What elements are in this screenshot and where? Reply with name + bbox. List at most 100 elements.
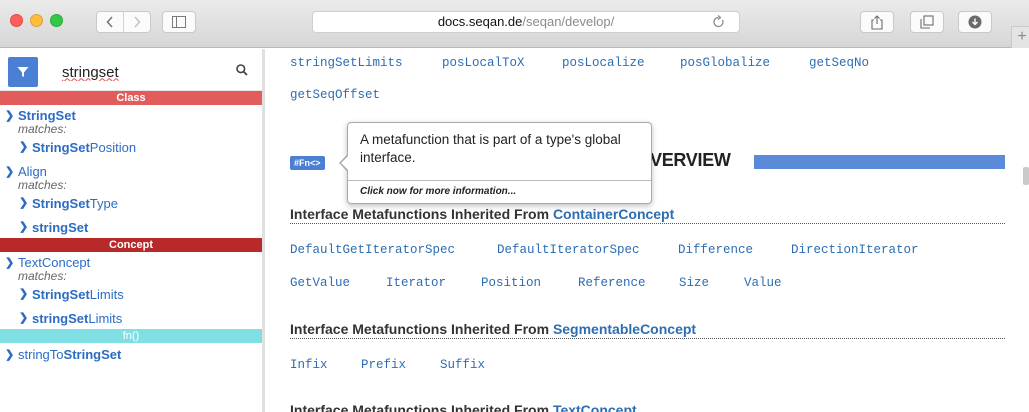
link-prefix[interactable]: Prefix (361, 358, 406, 372)
result-match-rest: Type (89, 196, 118, 211)
link-segmentableconcept[interactable]: SegmentableConcept (553, 321, 696, 337)
result-match-bold: stringSet (32, 220, 89, 235)
link-infix[interactable]: Infix (290, 358, 328, 372)
filter-button[interactable] (8, 57, 38, 87)
link-defaultgetiteratorspec[interactable]: DefaultGetIteratorSpec (290, 243, 455, 257)
forward-button[interactable] (123, 12, 150, 32)
overview-heading-bar (754, 155, 1005, 169)
chevron-right-icon: ❯ (5, 166, 15, 178)
section-divider (290, 338, 1005, 339)
result-stringsetlimits-fn[interactable]: ❯ stringSetLimits (0, 311, 262, 326)
show-tabs-button[interactable] (910, 11, 944, 33)
url-host: docs.seqan.de (437, 14, 523, 29)
result-match-rest: Limits (89, 287, 124, 302)
category-class-header: Class (0, 91, 262, 105)
matches-label: matches: (18, 122, 67, 136)
link-size[interactable]: Size (679, 276, 709, 290)
result-name: Align (18, 164, 47, 179)
section-prefix: Interface Metafunctions Inherited From (290, 402, 553, 412)
new-tab-button[interactable]: + (1011, 26, 1029, 48)
section-divider (290, 223, 1005, 224)
chevron-right-icon (134, 16, 141, 28)
result-match-bold: StringSet (32, 140, 90, 155)
link-stringsetlimits[interactable]: stringSetLimits (290, 56, 403, 70)
link-suffix[interactable]: Suffix (440, 358, 485, 372)
tooltip-more-link[interactable]: Click now for more information... (360, 186, 516, 197)
result-name: StringSet (18, 108, 76, 123)
chevron-right-icon: ❯ (19, 197, 29, 209)
result-stringtostringset[interactable]: ❯ stringToStringSet (0, 347, 262, 362)
link-poslocalize[interactable]: posLocalize (562, 56, 645, 70)
matches-label: matches: (18, 178, 67, 192)
tooltip-divider (348, 180, 651, 181)
address-bar[interactable]: docs.seqan.de/seqan/develop/ (312, 11, 740, 33)
result-name: TextConcept (18, 255, 91, 270)
link-reference[interactable]: Reference (578, 276, 646, 290)
link-iterator[interactable]: Iterator (386, 276, 446, 290)
reload-icon[interactable] (712, 15, 725, 29)
link-posglobalize[interactable]: posGlobalize (680, 56, 770, 70)
link-position[interactable]: Position (481, 276, 541, 290)
scrollbar-thumb[interactable] (1023, 167, 1029, 185)
back-button[interactable] (97, 12, 123, 32)
share-icon (871, 14, 883, 30)
link-poslocaltox[interactable]: posLocalToX (442, 56, 525, 70)
result-match-rest: Position (89, 140, 137, 155)
result-textconcept[interactable]: ❯ TextConcept matches: (0, 255, 262, 283)
url-path: /seqan/develop/ (522, 14, 615, 29)
category-concept-header: Concept (0, 238, 262, 252)
metafunction-badge[interactable]: #Fn<> (290, 156, 325, 170)
download-icon (968, 15, 982, 29)
close-window-button[interactable] (10, 14, 23, 27)
browser-toolbar: docs.seqan.de/seqan/develop/ + (0, 0, 1029, 48)
link-containerconcept[interactable]: ContainerConcept (553, 206, 674, 222)
matches-label: matches: (18, 269, 67, 283)
result-stringsetlimits-type[interactable]: ❯ StringSetLimits (0, 287, 262, 302)
link-getseqoffset[interactable]: getSeqOffset (290, 88, 380, 102)
link-getvalue[interactable]: GetValue (290, 276, 350, 290)
section-prefix: Interface Metafunctions Inherited From (290, 321, 553, 337)
tooltip-text: A metafunction that is part of a type's … (360, 132, 621, 165)
result-match-bold: StringSet (32, 287, 90, 302)
result-stringsetposition[interactable]: ❯ StringSetPosition (0, 140, 262, 155)
chevron-right-icon: ❯ (5, 349, 15, 361)
link-textconcept[interactable]: TextConcept (553, 402, 637, 412)
navigation-buttons (96, 11, 151, 33)
result-match-rest: Limits (88, 311, 123, 326)
section-prefix: Interface Metafunctions Inherited From (290, 206, 553, 222)
filter-icon (17, 67, 29, 77)
result-match-bold: StringSet (32, 196, 90, 211)
minimize-window-button[interactable] (30, 14, 43, 27)
share-button[interactable] (860, 11, 894, 33)
link-defaultiteratorspec[interactable]: DefaultIteratorSpec (497, 243, 640, 257)
result-match-bold: stringSet (32, 311, 89, 326)
search-sidebar: Class ❯ StringSet matches: ❯ StringSetPo… (0, 49, 265, 412)
link-directioniterator[interactable]: DirectionIterator (791, 243, 919, 257)
result-stringsettype[interactable]: ❯ StringSetType (0, 196, 262, 211)
overview-heading: VERVIEW (650, 150, 731, 170)
link-difference[interactable]: Difference (678, 243, 753, 257)
result-name-prefix: stringTo (18, 347, 64, 362)
metafunction-tooltip[interactable]: A metafunction that is part of a type's … (347, 122, 652, 204)
section-segmentable-concept-heading: Interface Metafunctions Inherited From S… (290, 321, 696, 337)
result-stringset-fn[interactable]: ❯ stringSet (0, 220, 262, 235)
downloads-button[interactable] (958, 11, 992, 33)
sidebar-icon (172, 16, 186, 28)
result-align[interactable]: ❯ Align matches: (0, 164, 262, 192)
link-value[interactable]: Value (744, 276, 782, 290)
search-icon[interactable] (236, 64, 248, 76)
result-stringset[interactable]: ❯ StringSet matches: (0, 108, 262, 136)
chevron-right-icon: ❯ (19, 312, 29, 324)
chevron-right-icon: ❯ (5, 257, 15, 269)
category-fn-header: fn() (0, 329, 262, 343)
search-input[interactable] (62, 61, 222, 83)
section-text-concept-heading: Interface Metafunctions Inherited From T… (290, 402, 637, 412)
chevron-right-icon: ❯ (19, 221, 29, 233)
link-getseqno[interactable]: getSeqNo (809, 56, 869, 70)
chevron-left-icon (106, 16, 113, 28)
show-sidebar-button[interactable] (162, 11, 196, 33)
search-row (0, 49, 262, 91)
documentation-content: stringSetLimits posLocalToX posLocalize … (268, 49, 1029, 412)
tabs-icon (920, 15, 934, 29)
zoom-window-button[interactable] (50, 14, 63, 27)
